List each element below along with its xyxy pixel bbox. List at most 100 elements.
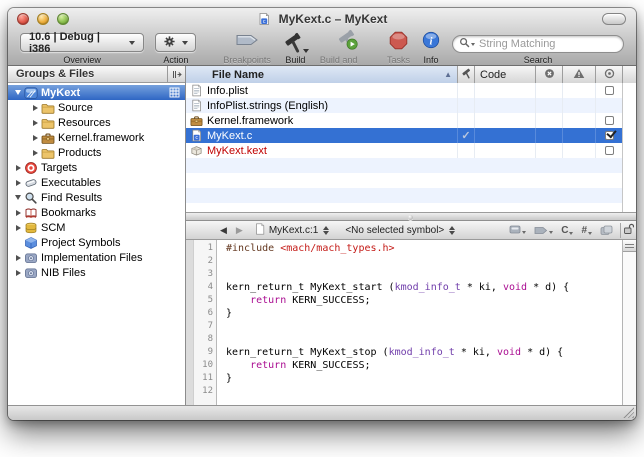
built-check-icon: ✓ (461, 129, 470, 142)
errors-cell (535, 128, 562, 143)
bookmarks-menu-button[interactable] (509, 225, 526, 235)
horizontal-splitter[interactable] (186, 212, 636, 221)
target-membership-checkbox[interactable] (605, 146, 614, 155)
target-membership-checkbox[interactable] (605, 116, 614, 125)
disclosure-triangle-icon[interactable] (13, 165, 23, 171)
file-row-mykext-kext[interactable]: MyKext.kext (186, 143, 622, 158)
tasks-button[interactable]: Tasks (387, 31, 410, 65)
sidebar-item-project-symbols[interactable]: Project Symbols (8, 235, 185, 250)
target-membership-checkbox[interactable] (605, 86, 614, 95)
file-history-popup[interactable]: MyKext.c:1 (255, 223, 329, 238)
framework-icon (190, 114, 203, 127)
file-name-label: InfoPlist.strings (English) (207, 100, 328, 112)
column-header-build[interactable] (457, 66, 474, 83)
search-input[interactable] (452, 35, 624, 53)
disclosure-triangle-icon[interactable] (13, 225, 23, 231)
target-membership-cell (595, 128, 622, 143)
pragma-marks-menu-button[interactable]: # (581, 225, 592, 236)
stop-octagon-icon (388, 30, 409, 56)
splitter-dimple-icon (408, 215, 413, 220)
disclosure-triangle-icon[interactable] (13, 180, 23, 186)
lock-button[interactable] (620, 223, 636, 238)
code-line (226, 320, 622, 333)
tasks-caption: Tasks (387, 55, 410, 65)
minimize-button[interactable] (37, 13, 49, 25)
info-button[interactable]: i Info (421, 31, 441, 65)
column-header-errors[interactable] (535, 66, 562, 83)
sidebar-item-find-results[interactable]: Find Results (8, 190, 185, 205)
disclosure-triangle-icon[interactable] (13, 195, 23, 200)
disclosure-triangle-icon[interactable] (30, 120, 40, 126)
splitter-toggle-icon[interactable] (167, 66, 185, 82)
line-number-gutter[interactable]: 123456789101112 (194, 240, 217, 405)
breakpoint-gutter[interactable] (186, 240, 194, 405)
sidebar-item-label: Resources (58, 117, 111, 129)
line-number: 8 (194, 333, 213, 346)
disclosure-triangle-icon[interactable] (13, 270, 23, 276)
column-header-target[interactable] (595, 66, 622, 83)
resize-grip[interactable] (623, 407, 634, 418)
disclosure-triangle-icon[interactable] (13, 210, 23, 216)
back-arrow-button[interactable]: ◀ (220, 225, 227, 236)
folder-icon (41, 101, 55, 115)
class-hierarchy-menu-button[interactable]: C (561, 225, 573, 236)
file-row-infoplist-strings-english[interactable]: InfoPlist.strings (English) (186, 98, 622, 113)
file-row-mykext-c[interactable]: cMyKext.c✓ (186, 128, 622, 143)
titlebar[interactable]: c MyKext.c – MyKext (8, 8, 636, 30)
close-button[interactable] (17, 13, 29, 25)
editor-scrollbar[interactable] (622, 240, 636, 405)
split-editor-button[interactable] (623, 240, 636, 252)
sidebar-item-products[interactable]: Products (8, 145, 185, 160)
toolbar: 10.6 | Debug | i386 Overview Action Brea… (8, 30, 636, 66)
forward-arrow-button[interactable]: ▶ (236, 225, 243, 236)
file-doc-icon (255, 223, 265, 238)
file-row-kernel-framework[interactable]: Kernel.framework (186, 113, 622, 128)
groups-files-title: Groups & Files (16, 68, 94, 80)
disclosure-triangle-icon[interactable] (13, 255, 23, 261)
disclosure-triangle-icon[interactable] (13, 90, 23, 95)
action-menu-button[interactable]: Action (155, 31, 196, 65)
file-table-scrollbar[interactable] (622, 83, 636, 212)
errors-cell (535, 98, 562, 113)
sidebar-item-implementation-files[interactable]: Implementation Files (8, 250, 185, 265)
file-name-label: Kernel.framework (207, 115, 293, 127)
grid-view-icon[interactable] (169, 87, 180, 98)
counterparts-button[interactable] (600, 225, 613, 236)
column-header-code[interactable]: Code (474, 66, 535, 83)
toolbar-toggle-button[interactable] (602, 13, 626, 25)
svg-text:i: i (429, 35, 432, 47)
code-line (226, 333, 622, 346)
search-icon[interactable] (459, 37, 475, 48)
disclosure-triangle-icon[interactable] (30, 150, 40, 156)
sidebar-item-executables[interactable]: Executables (8, 175, 185, 190)
sidebar-item-source[interactable]: Source (8, 100, 185, 115)
disclosure-triangle-icon[interactable] (30, 135, 40, 141)
sidebar-item-label: Bookmarks (41, 207, 96, 219)
overview-popup[interactable]: 10.6 | Debug | i386 Overview (20, 31, 144, 65)
column-header-file-name[interactable]: File Name▲ (186, 66, 457, 83)
breakpoints-caption: Breakpoints (223, 55, 271, 65)
sidebar-item-targets[interactable]: Targets (8, 160, 185, 175)
file-row-info-plist[interactable]: Info.plist (186, 83, 622, 98)
target-membership-checkbox[interactable] (605, 131, 614, 140)
symbol-popup[interactable]: <No selected symbol> (341, 225, 455, 236)
breakpoints-menu-button[interactable] (534, 226, 553, 235)
line-number: 4 (194, 281, 213, 294)
code-area[interactable]: #include <mach/mach_types.h>kern_return_… (217, 240, 622, 405)
sidebar-item-mykext[interactable]: MyKext (8, 85, 185, 100)
disclosure-triangle-icon[interactable] (30, 105, 40, 111)
sidebar-item-scm[interactable]: SCM (8, 220, 185, 235)
folder-icon (41, 146, 55, 160)
groups-files-header[interactable]: Groups & Files (8, 66, 185, 83)
sidebar-item-kernel-framework[interactable]: Kernel.framework (8, 130, 185, 145)
line-number: 11 (194, 372, 213, 385)
breakpoints-button[interactable]: Breakpoints (223, 31, 271, 65)
zoom-button[interactable] (57, 13, 69, 25)
errors-cell (535, 143, 562, 158)
sidebar-item-nib-files[interactable]: NIB Files (8, 265, 185, 280)
build-button[interactable]: Build (282, 31, 309, 65)
sidebar-item-bookmarks[interactable]: Bookmarks (8, 205, 185, 220)
build-status-cell (457, 98, 474, 113)
sidebar-item-resources[interactable]: Resources (8, 115, 185, 130)
column-header-warnings[interactable] (562, 66, 595, 83)
